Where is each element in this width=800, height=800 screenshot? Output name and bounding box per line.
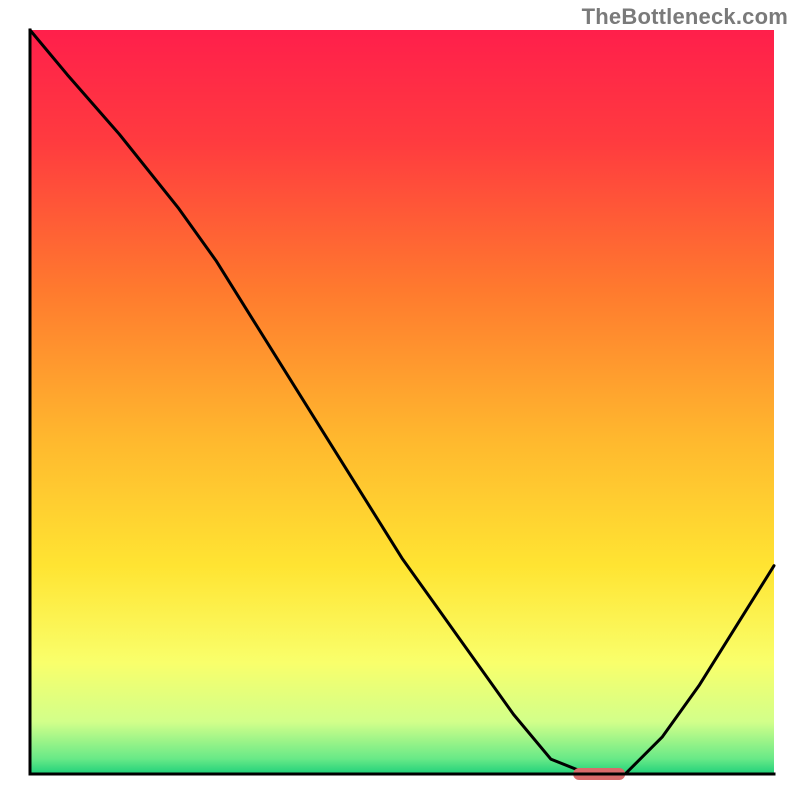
bottleneck-chart bbox=[0, 0, 800, 800]
chart-container: TheBottleneck.com bbox=[0, 0, 800, 800]
gradient-background bbox=[30, 30, 774, 774]
